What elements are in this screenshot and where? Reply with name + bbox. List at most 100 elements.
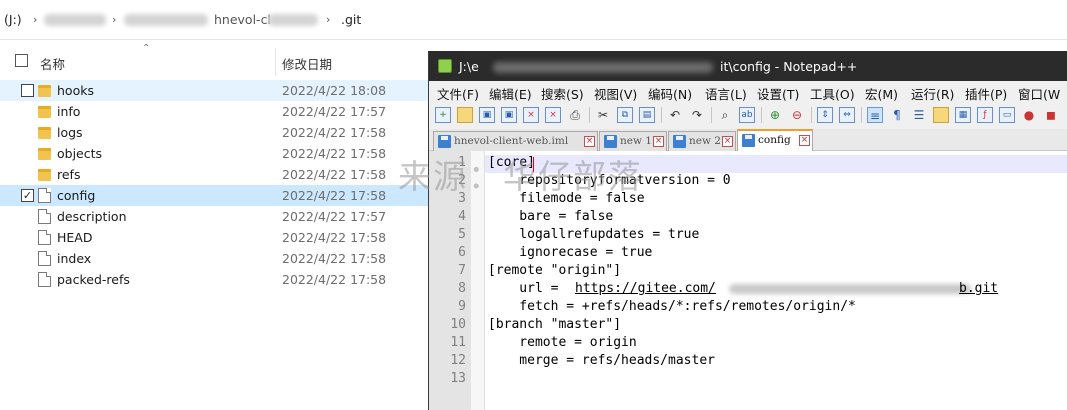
close-tab-icon[interactable]: × — [653, 136, 664, 147]
title-bar[interactable]: J:\e it\config - Notepad++ — [429, 51, 1067, 81]
tab-new-2[interactable]: new 2 × — [668, 131, 736, 151]
url-link[interactable]: https://gitee.com/ — [575, 281, 716, 296]
document-tabs: hnevol-client-web.iml × new 1 × new 2 × … — [429, 129, 1067, 151]
list-item[interactable]: HEAD 2022/4/22 17:58 — [0, 227, 430, 248]
find-icon[interactable]: ⌕ — [717, 107, 733, 123]
url-link-start[interactable]: https://gitee.com/ — [575, 281, 716, 296]
function-list-icon[interactable]: ƒ — [977, 107, 993, 123]
code-line: remote = origin — [488, 335, 637, 350]
line-number: 6 — [458, 245, 466, 260]
list-item[interactable]: info 2022/4/22 17:57 — [0, 101, 430, 122]
close-tab-icon[interactable]: × — [799, 135, 810, 146]
save-icon[interactable]: ▣ — [479, 107, 495, 123]
list-item[interactable]: hooks 2022/4/22 18:08 — [0, 80, 430, 101]
chevron-right-icon[interactable]: › — [112, 13, 116, 26]
save-all-icon[interactable]: ▣ — [501, 107, 517, 123]
menu-tools[interactable]: 工具(O) — [810, 84, 855, 103]
url-link-end[interactable]: b.git — [959, 281, 998, 296]
stop-recording-icon[interactable]: ◼ — [1043, 107, 1059, 123]
close-tab-icon[interactable]: × — [584, 136, 595, 147]
row-checkbox[interactable]: ✓ — [21, 189, 34, 202]
list-item[interactable]: packed-refs 2022/4/22 17:58 — [0, 269, 430, 290]
record-macro-icon[interactable]: ● — [1021, 107, 1037, 123]
tab-label: config — [758, 134, 791, 146]
close-file-icon[interactable]: × — [523, 107, 539, 123]
address-current-folder[interactable]: .git — [341, 12, 361, 27]
address-bar[interactable]: (J:) › › hnevol-cl › .git — [0, 0, 1067, 40]
line-number: 8 — [458, 281, 466, 296]
redo-icon[interactable]: ↷ — [689, 107, 705, 123]
menu-plugins[interactable]: 插件(P) — [965, 84, 1007, 103]
tab-label: new 1 — [620, 135, 652, 147]
redacted-path-segment — [124, 14, 208, 26]
menu-edit[interactable]: 编辑(E) — [489, 84, 532, 103]
menu-language[interactable]: 语言(L) — [705, 84, 747, 103]
menu-macro[interactable]: 宏(M) — [865, 84, 898, 103]
menu-run[interactable]: 运行(R) — [911, 84, 954, 103]
desktop: (J:) › › hnevol-cl › .git ⌃ 名称 修改日期 hook… — [0, 0, 1067, 410]
paste-icon[interactable]: ▤ — [639, 107, 655, 123]
user-defined-language-icon[interactable] — [933, 107, 949, 123]
column-divider[interactable] — [275, 48, 276, 76]
sync-vertical-icon[interactable]: ⇕ — [817, 107, 833, 123]
address-drive[interactable]: (J:) — [4, 12, 22, 27]
folder-icon — [38, 169, 51, 181]
menu-file[interactable]: 文件(F) — [437, 84, 479, 103]
close-tab-icon[interactable]: × — [722, 136, 733, 147]
folder-as-workspace-icon[interactable]: ▭ — [999, 107, 1015, 123]
list-item[interactable]: description 2022/4/22 17:57 — [0, 206, 430, 227]
menu-encoding[interactable]: 编码(N) — [648, 84, 692, 103]
save-state-icon — [438, 135, 451, 148]
item-name: config — [57, 188, 96, 203]
menu-view[interactable]: 视图(V) — [594, 84, 637, 103]
zoom-in-icon[interactable]: ⊕ — [767, 107, 783, 123]
sync-horizontal-icon[interactable]: ⇔ — [839, 107, 855, 123]
file-icon — [38, 251, 51, 266]
indent-guide-icon[interactable]: ☰ — [911, 107, 927, 123]
address-segment-partial[interactable]: hnevol-cl — [214, 12, 271, 27]
row-checkbox[interactable] — [21, 84, 34, 97]
line-number: 10 — [450, 317, 466, 332]
column-date[interactable]: 修改日期 — [282, 54, 332, 73]
undo-icon[interactable]: ↶ — [667, 107, 683, 123]
item-date: 2022/4/22 18:08 — [282, 83, 387, 98]
tab-new-1[interactable]: new 1 × — [599, 131, 667, 151]
select-all-checkbox[interactable] — [15, 54, 28, 67]
word-wrap-icon[interactable]: ≡ — [867, 107, 883, 123]
file-icon — [38, 209, 51, 224]
cut-icon[interactable]: ✂ — [595, 107, 611, 123]
new-file-icon[interactable]: + — [435, 107, 451, 123]
url-link-tail[interactable]: b.git — [959, 281, 998, 296]
chevron-right-icon[interactable]: › — [33, 13, 37, 26]
print-icon[interactable]: ⎙ — [567, 107, 583, 123]
close-all-icon[interactable]: × — [545, 107, 561, 123]
item-name: info — [57, 104, 81, 119]
menu-bar: 文件(F) 编辑(E) 搜索(S) 视图(V) 编码(N) 语言(L) 设置(T… — [429, 81, 1067, 103]
code-line: [branch "master"] — [488, 317, 622, 332]
file-icon — [38, 188, 51, 203]
open-file-icon[interactable] — [457, 107, 473, 123]
tab-hnevol-client-web-iml[interactable]: hnevol-client-web.iml × — [433, 131, 598, 151]
menu-search[interactable]: 搜索(S) — [541, 84, 584, 103]
list-item[interactable]: logs 2022/4/22 17:58 — [0, 122, 430, 143]
document-map-icon[interactable]: ▦ — [955, 107, 971, 123]
replace-icon[interactable]: ab — [739, 107, 755, 123]
chevron-right-icon[interactable]: › — [326, 13, 330, 26]
menu-window[interactable]: 窗口(W — [1018, 84, 1060, 103]
zoom-out-icon[interactable]: ⊖ — [789, 107, 805, 123]
notepad-app-icon[interactable] — [438, 59, 452, 73]
list-item[interactable]: objects 2022/4/22 17:58 — [0, 143, 430, 164]
column-header: ⌃ 名称 修改日期 — [0, 43, 430, 76]
show-all-characters-icon[interactable]: ¶ — [889, 107, 905, 123]
list-item[interactable]: index 2022/4/22 17:58 — [0, 248, 430, 269]
list-item[interactable]: refs 2022/4/22 17:58 — [0, 164, 430, 185]
window-title-end: it\config - Notepad++ — [720, 59, 858, 74]
tab-config[interactable]: config × — [737, 129, 813, 151]
watermark: 来源：华仔部落 — [398, 157, 643, 196]
list-item[interactable]: ✓ config 2022/4/22 17:58 — [0, 185, 430, 206]
file-icon — [38, 272, 51, 287]
menu-settings[interactable]: 设置(T) — [757, 84, 799, 103]
copy-icon[interactable]: ⧉ — [617, 107, 633, 123]
column-name[interactable]: 名称 — [40, 54, 65, 73]
item-date: 2022/4/22 17:57 — [282, 209, 387, 224]
